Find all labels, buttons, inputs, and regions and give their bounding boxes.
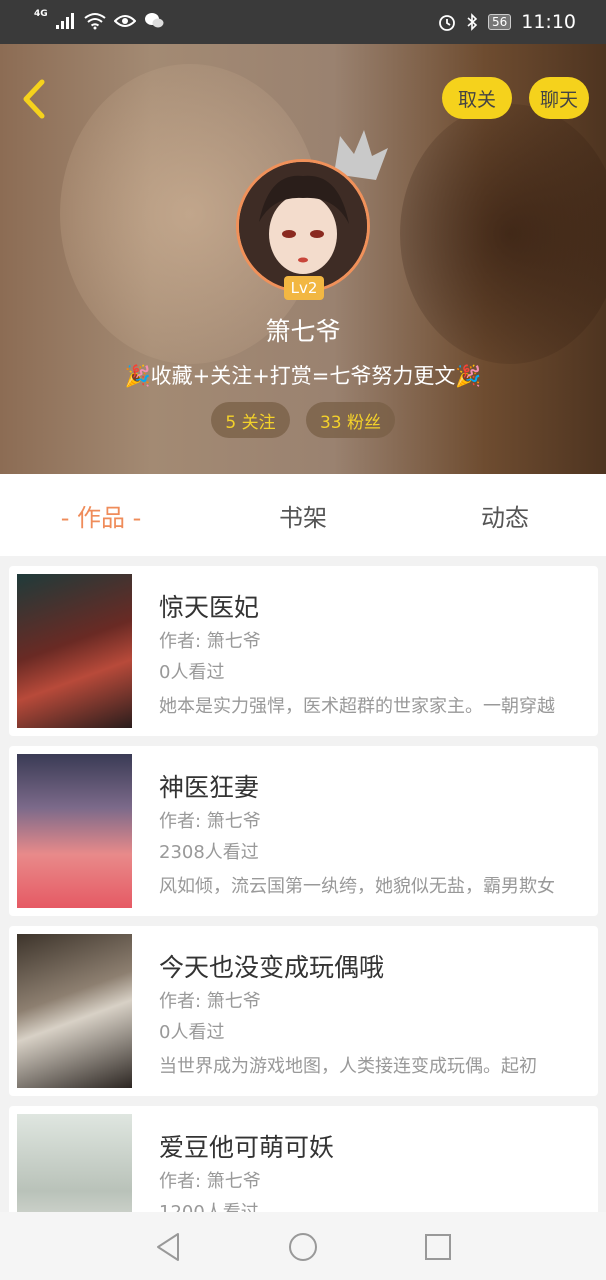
nav-home-icon[interactable] [286, 1230, 320, 1264]
clock: 11:10 [521, 11, 576, 33]
book-author: 作者: 箫七爷 [159, 811, 261, 832]
wifi-icon [84, 13, 106, 30]
following-count-button[interactable]: 5 关注 [211, 402, 290, 438]
book-title: 惊天医妃 [159, 593, 260, 622]
book-cover [17, 754, 132, 908]
book-title: 今天也没变成玩偶哦 [159, 953, 385, 982]
status-bar: 4G 56 11:10 [0, 0, 606, 44]
chat-button[interactable]: 聊天 [529, 77, 589, 119]
book-title: 爱豆他可萌可妖 [159, 1133, 335, 1162]
book-views: 1200人看过 [159, 1198, 259, 1212]
tab-works[interactable]: - 作品 - [0, 474, 202, 556]
book-cover [17, 934, 132, 1088]
profile-header: 取关 聊天 Lv2 箫七爷 🎉收藏+关注+打赏=七爷努力更文🎉 5 关注 33 … [0, 44, 606, 474]
unfollow-button[interactable]: 取关 [442, 77, 512, 119]
eye-icon [113, 15, 136, 27]
book-card[interactable]: 神医狂妻 作者: 箫七爷 2308人看过 风如倾，流云国第一纨绔，她貌似无盐，霸… [9, 746, 598, 916]
wechat-icon [144, 13, 164, 28]
tab-activity[interactable]: 动态 [404, 474, 606, 556]
book-views: 0人看过 [159, 1022, 225, 1043]
level-badge: Lv2 [284, 276, 324, 300]
book-cover [17, 574, 132, 728]
book-author: 作者: 箫七爷 [159, 991, 261, 1012]
book-card[interactable]: 今天也没变成玩偶哦 作者: 箫七爷 0人看过 当世界成为游戏地图，人类接连变成玩… [9, 926, 598, 1096]
avatar[interactable] [236, 159, 370, 293]
book-author: 作者: 箫七爷 [159, 1171, 261, 1192]
nav-back-icon[interactable] [152, 1230, 186, 1264]
nav-recents-icon[interactable] [421, 1230, 455, 1264]
party-popper-icon: 🎉 [455, 364, 482, 388]
book-description: 当世界成为游戏地图，人类接连变成玩偶。起初 [159, 1056, 537, 1077]
book-views: 0人看过 [159, 662, 225, 683]
bio-text: 收藏+关注+打赏=七爷努力更文 [150, 364, 456, 388]
tab-bookshelf[interactable]: 书架 [202, 474, 404, 556]
book-card[interactable]: 惊天医妃 作者: 箫七爷 0人看过 她本是实力强悍，医术超群的世家家主。一朝穿越 [9, 566, 598, 736]
network-type: 4G [34, 9, 48, 19]
book-title: 神医狂妻 [159, 773, 260, 802]
bio-line: 🎉收藏+关注+打赏=七爷努力更文🎉 [0, 360, 606, 390]
book-description: 她本是实力强悍，医术超群的世家家主。一朝穿越 [159, 696, 555, 717]
nickname: 箫七爷 [265, 317, 341, 346]
book-author: 作者: 箫七爷 [159, 631, 261, 652]
system-nav-bar [0, 1212, 606, 1280]
book-card[interactable]: 爱豆他可萌可妖 作者: 箫七爷 1200人看过 [9, 1106, 598, 1212]
book-description: 风如倾，流云国第一纨绔，她貌似无盐，霸男欺女 [159, 876, 555, 897]
fans-count-button[interactable]: 33 粉丝 [306, 402, 395, 438]
avatar-image [239, 162, 367, 290]
battery-indicator: 56 [487, 14, 512, 30]
alarm-icon [439, 15, 455, 31]
back-button[interactable] [18, 78, 50, 120]
signal-icon [55, 13, 74, 29]
bluetooth-icon [467, 13, 478, 31]
book-views: 2308人看过 [159, 842, 259, 863]
party-popper-icon: 🎉 [124, 364, 151, 388]
book-cover [17, 1114, 132, 1212]
profile-tabs: - 作品 - 书架 动态 [0, 474, 606, 556]
